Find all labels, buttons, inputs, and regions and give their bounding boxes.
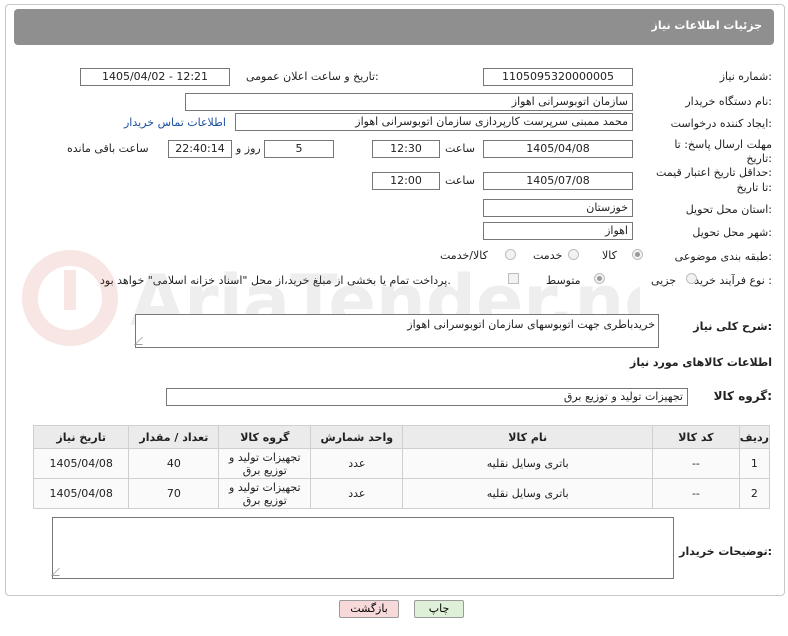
buyer-contact-link[interactable]: اطلاعات تماس خریدار [124, 116, 226, 129]
goods-table: ردیف کد کالا نام کالا واحد شمارش گروه کا… [32, 425, 771, 509]
cell-item-name: باتری وسایل نقلیه [402, 448, 654, 479]
reply-deadline-label-2: تاریخ: [746, 152, 772, 165]
cell-row-number: 1 [738, 448, 771, 479]
buyer-notes-textarea[interactable] [51, 517, 674, 579]
col-header-need-date: تاریخ نیاز [32, 425, 130, 449]
purchase-type-option-small: جزیی [651, 274, 677, 287]
cell-goods-group: تجهیزات تولید و توزیع برق [218, 478, 312, 509]
col-header-row-number: ردیف [738, 425, 771, 449]
need-number-field[interactable]: 1105095320000005 [483, 68, 633, 86]
reply-deadline-days-field[interactable]: 5 [264, 140, 334, 158]
cell-row-number: 2 [738, 478, 771, 509]
category-radio-goods[interactable] [632, 249, 643, 260]
cell-need-date: 1405/04/08 [32, 478, 130, 509]
description-text: خریدباطری جهت اتوبوسهای سازمان اتوبوسران… [407, 318, 655, 331]
announce-date-label: تاریخ و ساعت اعلان عمومی: [246, 70, 379, 83]
price-validity-date-field[interactable]: 1405/07/08 [483, 172, 633, 190]
purchase-type-option-medium: متوسط [546, 274, 581, 287]
buyer-notes-label: توضیحات خریدار: [679, 545, 772, 558]
city-field[interactable]: اهواز [483, 222, 633, 240]
province-field[interactable]: خوزستان [483, 199, 633, 217]
cell-unit: عدد [310, 448, 404, 479]
purchase-type-label: نوع فرآیند خرید : [694, 274, 772, 287]
price-validity-label: حداقل تاریخ اعتبار قیمت: [656, 166, 772, 179]
remaining-time-label: ساعت باقی مانده [67, 142, 149, 155]
col-header-goods-group: گروه کالا [218, 425, 312, 449]
remaining-time-field[interactable]: 22:40:14 [168, 140, 232, 158]
cell-quantity: 70 [128, 478, 220, 509]
announce-date-field[interactable]: 1405/04/02 - 12:21 [80, 68, 230, 86]
table-row[interactable]: 1 -- باتری وسایل نقلیه عدد تجهیزات تولید… [32, 448, 771, 479]
category-radio-goods-service[interactable] [505, 249, 516, 260]
page-title: جزئیات اطلاعات نیاز [651, 19, 763, 32]
category-label: طبقه بندی موضوعی: [674, 250, 772, 263]
province-label: استان محل تحویل: [685, 203, 772, 216]
goods-section-title: اطلاعات کالاهای مورد نیاز [630, 356, 772, 369]
category-option-goods: کالا [602, 249, 617, 262]
buyer-org-label: نام دستگاه خریدار: [685, 95, 772, 108]
resize-grip-icon[interactable] [134, 337, 150, 345]
reply-deadline-date-field[interactable]: 1405/04/08 [483, 140, 633, 158]
purchase-type-radio-medium[interactable] [594, 273, 605, 284]
col-header-quantity: تعداد / مقدار [128, 425, 220, 449]
creator-field[interactable]: محمد ممبنی سرپرست کارپردازی سازمان اتوبو… [235, 113, 633, 131]
cell-unit: عدد [310, 478, 404, 509]
price-validity-time-field[interactable]: 12:00 [372, 172, 440, 190]
table-header-row: ردیف کد کالا نام کالا واحد شمارش گروه کا… [32, 425, 771, 449]
category-option-service: خدمت [533, 249, 563, 262]
cell-item-code: -- [652, 448, 740, 479]
table-row[interactable]: 2 -- باتری وسایل نقلیه عدد تجهیزات تولید… [32, 478, 771, 509]
price-validity-label-2: تا تاریخ: [736, 181, 772, 194]
col-header-unit: واحد شمارش [310, 425, 404, 449]
treasury-bonds-checkbox[interactable] [508, 273, 519, 284]
cell-item-code: -- [652, 478, 740, 509]
cell-item-name: باتری وسایل نقلیه [402, 478, 654, 509]
goods-group-field[interactable]: تجهیزات تولید و توزیع برق [166, 388, 688, 406]
resize-grip-icon[interactable] [51, 568, 67, 576]
cell-goods-group: تجهیزات تولید و توزیع برق [218, 448, 312, 479]
category-radio-service[interactable] [568, 249, 579, 260]
reply-deadline-time-label: ساعت [445, 142, 475, 155]
goods-group-label: گروه کالا: [713, 389, 772, 403]
need-number-label: شماره نیاز: [719, 70, 772, 83]
purchase-type-radio-small[interactable] [686, 273, 697, 284]
description-label: شرح کلی نیاز: [693, 320, 772, 333]
creator-label: ایجاد کننده درخواست: [670, 117, 772, 130]
category-option-goods-service: کالا/خدمت [440, 249, 488, 262]
price-validity-time-label: ساعت [445, 174, 475, 187]
cell-quantity: 40 [128, 448, 220, 479]
treasury-bonds-text: پرداخت تمام یا بخشی از مبلغ خرید،از محل … [100, 274, 451, 287]
page-header: جزئیات اطلاعات نیاز [14, 9, 774, 45]
city-label: شهر محل تحویل: [692, 226, 772, 239]
reply-deadline-time-field[interactable]: 12:30 [372, 140, 440, 158]
print-button[interactable]: چاپ [414, 600, 464, 618]
reply-deadline-label: مهلت ارسال پاسخ: تا [674, 138, 772, 151]
cell-need-date: 1405/04/08 [32, 448, 130, 479]
col-header-item-code: کد کالا [652, 425, 740, 449]
buyer-org-field[interactable]: سازمان اتوبوسرانی اهواز [185, 93, 633, 111]
days-label: روز و [236, 142, 261, 155]
back-button[interactable]: بازگشت [339, 600, 399, 618]
description-textarea[interactable]: خریدباطری جهت اتوبوسهای سازمان اتوبوسران… [134, 314, 659, 348]
col-header-item-name: نام کالا [402, 425, 654, 449]
